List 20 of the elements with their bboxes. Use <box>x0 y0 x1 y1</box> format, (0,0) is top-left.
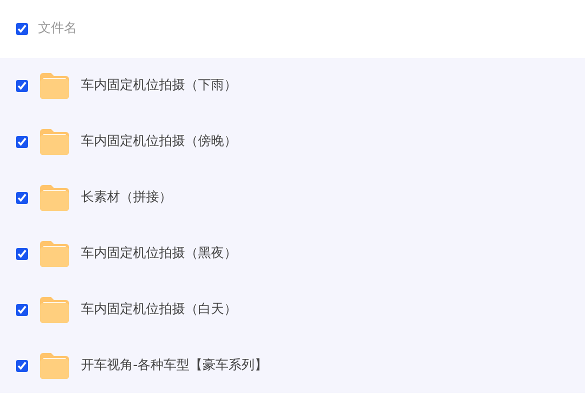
folder-icon <box>40 241 69 267</box>
folder-name[interactable]: 车内固定机位拍摄（黑夜） <box>81 244 237 264</box>
row-checkbox[interactable] <box>16 192 28 204</box>
folder-name[interactable]: 开车视角-各种车型【豪车系列】 <box>81 356 268 376</box>
folder-icon <box>40 129 69 155</box>
folder-icon <box>40 297 69 323</box>
folder-name[interactable]: 车内固定机位拍摄（傍晚） <box>81 132 237 152</box>
row-checkbox[interactable] <box>16 136 28 148</box>
folder-icon <box>40 73 69 99</box>
folder-name[interactable]: 车内固定机位拍摄（下雨） <box>81 76 237 96</box>
row-checkbox[interactable] <box>16 304 28 316</box>
folder-name[interactable]: 长素材（拼接） <box>81 188 172 208</box>
row-checkbox[interactable] <box>16 248 28 260</box>
folder-icon <box>40 185 69 211</box>
folder-name[interactable]: 车内固定机位拍摄（白天） <box>81 300 237 320</box>
select-all-checkbox[interactable] <box>16 23 28 35</box>
column-header: 文件名 <box>38 20 77 38</box>
folder-icon <box>40 353 69 379</box>
row-checkbox[interactable] <box>16 80 28 92</box>
row-checkbox[interactable] <box>16 360 28 372</box>
